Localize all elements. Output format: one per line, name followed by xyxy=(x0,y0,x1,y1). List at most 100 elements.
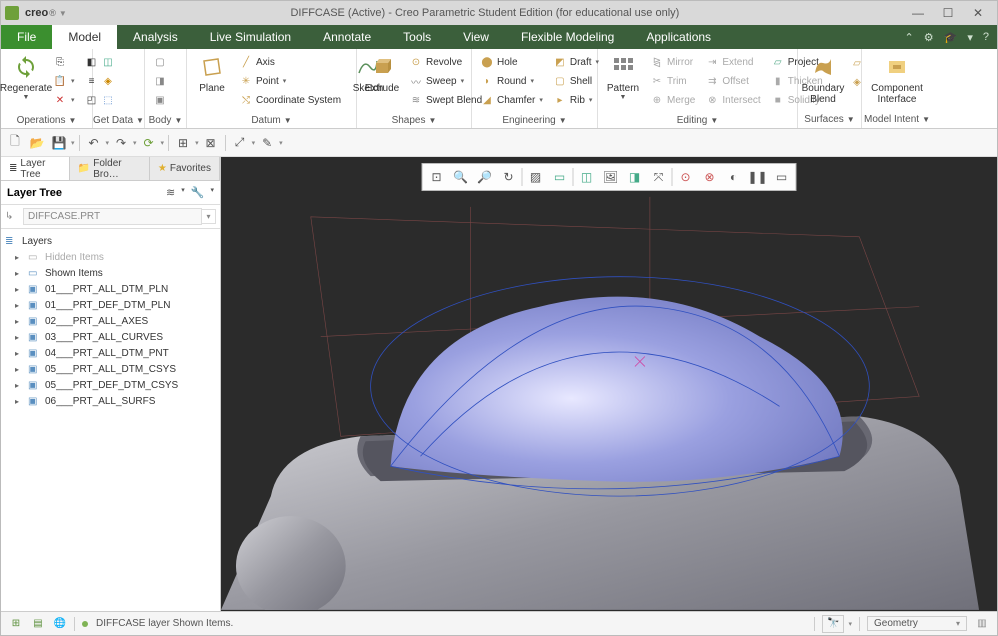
redo-button[interactable]: ↷ xyxy=(111,133,131,153)
status-msg-icon[interactable]: ▤ xyxy=(27,615,49,633)
new-button[interactable]: 🗋 xyxy=(5,133,25,153)
layer-item[interactable]: ▸▣05___PRT_ALL_DTM_CSYS xyxy=(1,361,220,377)
tab-applications[interactable]: Applications xyxy=(630,25,727,49)
csys-button[interactable]: ⤭Coordinate System xyxy=(235,91,345,109)
pause-button[interactable]: ❚❚ xyxy=(746,166,770,188)
chamfer-button[interactable]: ◢Chamfer▾ xyxy=(476,91,547,109)
rib-button[interactable]: ▸Rib▾ xyxy=(549,91,603,109)
viewport-3d[interactable]: ⊡ 🔍 🔎 ↻ ▨ ▭ ◫ 🖼 ◨ ⤧ ⊙ ⊗ ◐ ❚❚ ▭ xyxy=(221,157,997,611)
body-3[interactable]: ▣ xyxy=(149,91,171,109)
intersect-button[interactable]: ⊗Intersect xyxy=(701,91,764,109)
layer-display-icon[interactable]: ≋ xyxy=(166,186,175,199)
maximize-button[interactable]: ☐ xyxy=(933,6,963,20)
boundary-blend-button[interactable]: Boundary Blend xyxy=(802,51,844,107)
draft-button[interactable]: ◩Draft▾ xyxy=(549,53,603,71)
select-button[interactable]: ⤢ xyxy=(230,133,250,153)
tab-live-simulation[interactable]: Live Simulation xyxy=(194,25,307,49)
tab-tools[interactable]: Tools xyxy=(387,25,447,49)
layer-settings-icon[interactable]: 🔧 xyxy=(191,186,205,199)
close-button[interactable]: ✕ xyxy=(963,6,993,20)
brand-menu-arrow[interactable]: ▼ xyxy=(59,9,67,18)
undo-button[interactable]: ↶ xyxy=(84,133,104,153)
shown-items-row[interactable]: ▸▭ Shown Items xyxy=(1,265,220,281)
merge-button[interactable]: ⊕Merge xyxy=(646,91,699,109)
shell-button[interactable]: ▢Shell xyxy=(549,72,603,90)
delete-button[interactable]: ✕▾ xyxy=(49,91,79,109)
extrude-button[interactable]: Extrude xyxy=(361,51,403,96)
tab-view[interactable]: View xyxy=(447,25,505,49)
layer-item[interactable]: ▸▣03___PRT_ALL_CURVES xyxy=(1,329,220,345)
layer-item[interactable]: ▸▣06___PRT_ALL_SURFS xyxy=(1,393,220,409)
help-icon[interactable]: ? xyxy=(983,31,989,43)
view-manager-button[interactable]: 🖼 xyxy=(599,166,623,188)
layer-item[interactable]: ▸▣05___PRT_DEF_DTM_CSYS xyxy=(1,377,220,393)
spin-center-button[interactable]: ⊙ xyxy=(674,166,698,188)
custom-button[interactable]: ✎ xyxy=(257,133,277,153)
getdata-3[interactable]: ⬚ xyxy=(97,91,119,109)
round-button[interactable]: ◗Round▾ xyxy=(476,72,547,90)
tab-file[interactable]: File xyxy=(1,25,52,49)
layers-root-row[interactable]: ≣ Layers xyxy=(1,233,220,249)
body-2[interactable]: ◨ xyxy=(149,72,171,90)
plane-button[interactable]: Plane xyxy=(191,51,233,96)
status-extra-icon[interactable]: ▥ xyxy=(971,615,993,633)
getdata-1[interactable]: ◫ xyxy=(97,53,119,71)
sidebar-tab-layer-tree[interactable]: ≣Layer Tree xyxy=(1,157,70,180)
filter-field[interactable]: DIFFCASE.PRT xyxy=(23,208,202,225)
refit-button[interactable]: ⊡ xyxy=(425,166,449,188)
body-1[interactable]: ▢ xyxy=(149,53,171,71)
tab-flexible-modeling[interactable]: Flexible Modeling xyxy=(505,25,630,49)
tab-analysis[interactable]: Analysis xyxy=(117,25,194,49)
save-button[interactable]: 💾 xyxy=(49,133,69,153)
axis-button[interactable]: ╱Axis xyxy=(235,53,345,71)
named-views-button[interactable]: ⊗ xyxy=(698,166,722,188)
status-browser-icon[interactable]: 🌐 xyxy=(49,615,71,633)
display-style-button[interactable]: ▨ xyxy=(524,166,548,188)
zoom-in-button[interactable]: 🔍 xyxy=(449,166,473,188)
saved-views-button[interactable]: ▭ xyxy=(548,166,572,188)
extend-button[interactable]: ⇥Extend xyxy=(701,53,764,71)
pattern-button[interactable]: Pattern ▼ xyxy=(602,51,644,103)
status-tree-icon[interactable]: ⊞ xyxy=(5,615,27,633)
sidebar-tab-folder-browser[interactable]: 📁Folder Bro… xyxy=(70,157,150,180)
getdata-2[interactable]: ◈ xyxy=(97,72,119,90)
trim-button[interactable]: ✂Trim xyxy=(646,72,699,90)
minimize-button[interactable]: — xyxy=(903,6,933,20)
tab-model[interactable]: Model xyxy=(52,25,117,49)
windows-button[interactable]: ⊞ xyxy=(173,133,193,153)
layer-item[interactable]: ▸▣04___PRT_ALL_DTM_PNT xyxy=(1,345,220,361)
hole-button[interactable]: ⬤Hole xyxy=(476,53,547,71)
ribbon-collapse-icon[interactable]: ⌃ xyxy=(905,31,914,44)
paste-button[interactable]: 📋▾ xyxy=(49,72,79,90)
find-button[interactable]: 🔭 xyxy=(822,615,844,633)
perspective-button[interactable]: ◫ xyxy=(575,166,599,188)
copy-button[interactable]: ⎘ xyxy=(49,53,79,71)
annotation-button[interactable]: ◨ xyxy=(623,166,647,188)
appearance-button[interactable]: ◐ xyxy=(722,166,746,188)
layer-item[interactable]: ▸▣01___PRT_DEF_DTM_PLN xyxy=(1,297,220,313)
regenerate-button[interactable]: Regenerate ▼ xyxy=(5,51,47,103)
dropdown-icon[interactable]: ▾ xyxy=(967,31,973,44)
filter-dropdown[interactable]: ▾ xyxy=(202,209,216,224)
datum-display-button[interactable]: ⤧ xyxy=(647,166,671,188)
repaint-button[interactable]: ↻ xyxy=(497,166,521,188)
learning-icon[interactable]: 🎓 xyxy=(944,31,958,44)
regen-quick-button[interactable]: ⟳ xyxy=(139,133,159,153)
selection-filter-dropdown[interactable]: Geometry ▾ xyxy=(867,616,967,631)
offset-button[interactable]: ⇉Offset xyxy=(701,72,764,90)
hidden-items-row[interactable]: ▸▭ Hidden Items xyxy=(1,249,220,265)
settings-icon[interactable]: ⚙ xyxy=(924,31,934,44)
tab-annotate[interactable]: Annotate xyxy=(307,25,387,49)
zoom-out-button[interactable]: 🔎 xyxy=(473,166,497,188)
point-button[interactable]: ✳Point▾ xyxy=(235,72,345,90)
open-button[interactable]: 📂 xyxy=(27,133,47,153)
layer-icon: ▣ xyxy=(28,348,42,359)
layer-item[interactable]: ▸▣01___PRT_ALL_DTM_PLN xyxy=(1,281,220,297)
mirror-button[interactable]: ⧎Mirror xyxy=(646,53,699,71)
layer-item[interactable]: ▸▣02___PRT_ALL_AXES xyxy=(1,313,220,329)
stop-button[interactable]: ▭ xyxy=(770,166,794,188)
close-win-button[interactable]: ⊠ xyxy=(201,133,221,153)
sidebar-tab-favorites[interactable]: ★Favorites xyxy=(150,157,220,180)
component-interface-button[interactable]: Component Interface xyxy=(866,51,928,107)
filter-arrow-icon[interactable]: ↳ xyxy=(5,211,23,222)
